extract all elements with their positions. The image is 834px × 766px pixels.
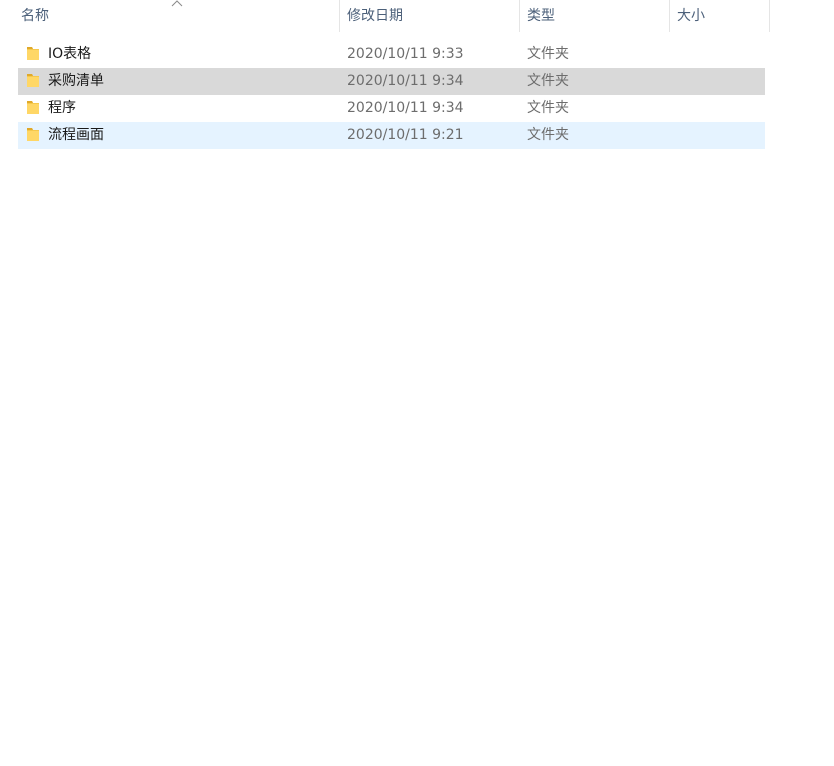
folder-icon [27, 74, 39, 87]
file-modified: 2020/10/11 9:34 [347, 100, 464, 116]
file-row[interactable]: IO表格 2020/10/11 9:33 文件夹 [18, 41, 765, 68]
file-row[interactable]: 采购清单 2020/10/11 9:34 文件夹 [18, 68, 765, 95]
file-type: 文件夹 [527, 73, 569, 89]
file-name: IO表格 [48, 46, 92, 62]
file-row[interactable]: 程序 2020/10/11 9:34 文件夹 [18, 95, 765, 122]
folder-icon [27, 101, 39, 114]
file-list: IO表格 2020/10/11 9:33 文件夹 采购清单 2020/10/11… [18, 41, 765, 149]
file-type: 文件夹 [527, 127, 569, 143]
file-modified: 2020/10/11 9:34 [347, 73, 464, 89]
file-modified: 2020/10/11 9:21 [347, 127, 464, 143]
file-modified: 2020/10/11 9:33 [347, 46, 464, 62]
folder-icon [27, 47, 39, 60]
column-header-size[interactable]: 大小 [670, 0, 770, 32]
chevron-up-icon [171, 0, 183, 7]
file-name: 流程画面 [48, 127, 104, 143]
column-divider[interactable] [769, 0, 770, 32]
file-type: 文件夹 [527, 100, 569, 116]
column-header-name[interactable]: 名称 [0, 0, 340, 32]
column-header-modified[interactable]: 修改日期 [340, 0, 520, 32]
folder-icon [27, 128, 39, 141]
file-type: 文件夹 [527, 46, 569, 62]
file-name: 程序 [48, 100, 76, 116]
column-header-type[interactable]: 类型 [520, 0, 670, 32]
column-header-bar: 名称 修改日期 类型 大小 [0, 0, 770, 32]
file-row[interactable]: 流程画面 2020/10/11 9:21 文件夹 [18, 122, 765, 149]
file-name: 采购清单 [48, 73, 104, 89]
